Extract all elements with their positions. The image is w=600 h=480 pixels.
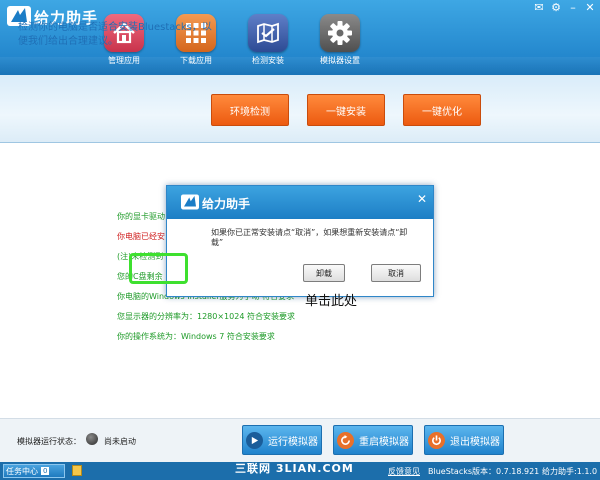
email-icon[interactable]: ✉	[532, 1, 546, 15]
info-text: 检测你的电脑是否适合安装Bluestacks，以便我们给出合理建议。	[18, 22, 212, 47]
exit-emulator-button[interactable]: 退出模拟器	[424, 425, 504, 455]
task-center-button[interactable]: 任务中心 0	[3, 464, 65, 478]
click-here-annotation: 单击此处	[305, 294, 358, 309]
uninstall-button[interactable]: 卸载	[303, 264, 345, 282]
restart-emulator-button[interactable]: 重启模拟器	[333, 425, 413, 455]
status-indicator-icon	[86, 433, 98, 445]
app-version: 给力助手:1.1.0	[542, 467, 598, 476]
one-click-optimize-button[interactable]: 一键优化	[403, 94, 481, 126]
bluestacks-version: BlueStacks版本：0.7.18.921	[428, 467, 540, 476]
dialog-close-icon[interactable]: ✕	[417, 192, 427, 206]
info-bar	[0, 75, 600, 143]
run-emulator-label: 运行模拟器	[268, 436, 318, 448]
nav-label-settings: 模拟器设置	[320, 56, 360, 65]
close-button[interactable]: ✕	[583, 1, 597, 15]
emulator-status-value: 尚未启动	[104, 437, 136, 446]
uninstall-highlight-box	[129, 253, 188, 284]
app-logo-icon	[181, 194, 199, 210]
reinstall-dialog: 给力助手 ✕ 如果你已正常安装请点“取消”，如果想重新安装请点“卸载” 卸载 取…	[166, 185, 434, 297]
nav-label-detect: 检测安装	[252, 56, 284, 65]
result-line: 你的显卡驱动	[117, 212, 165, 221]
play-icon	[246, 431, 263, 449]
task-center-label: 任务中心	[6, 466, 38, 476]
emulator-settings-button[interactable]	[320, 14, 360, 52]
run-emulator-button[interactable]: 运行模拟器	[242, 425, 322, 455]
watermark: 三联网 3LIAN.COM	[235, 462, 354, 475]
cancel-button[interactable]: 取消	[371, 264, 421, 282]
environment-check-button[interactable]: 环境检测	[211, 94, 289, 126]
gear-icon	[328, 21, 352, 45]
nav-label-download: 下载应用	[180, 56, 212, 65]
folder-icon[interactable]	[72, 465, 82, 476]
one-click-install-button[interactable]: 一键安装	[307, 94, 385, 126]
nav-label-manage: 管理应用	[108, 56, 140, 65]
settings-icon[interactable]: ⚙	[549, 1, 563, 15]
result-line: 您显示器的分辨率为：1280×1024 符合安装要求	[117, 312, 295, 321]
exit-emulator-label: 退出模拟器	[450, 436, 500, 448]
dialog-title: 给力助手	[202, 197, 251, 211]
result-line: 你的操作系统为：Windows 7 符合安装要求	[117, 332, 275, 341]
feedback-link[interactable]: 反馈意见	[388, 466, 420, 477]
minimize-button[interactable]: –	[566, 1, 580, 15]
power-icon	[428, 431, 445, 449]
map-check-icon	[257, 22, 279, 44]
emulator-status-label: 模拟器运行状态：	[17, 437, 81, 446]
restart-emulator-label: 重启模拟器	[359, 436, 409, 448]
result-line: 你电脑已经安	[117, 232, 165, 241]
refresh-icon	[337, 431, 354, 449]
detect-install-button[interactable]	[248, 14, 288, 52]
task-count-badge: 0	[41, 467, 50, 475]
dialog-message: 如果你已正常安装请点“取消”，如果想重新安装请点“卸载”	[211, 228, 408, 247]
